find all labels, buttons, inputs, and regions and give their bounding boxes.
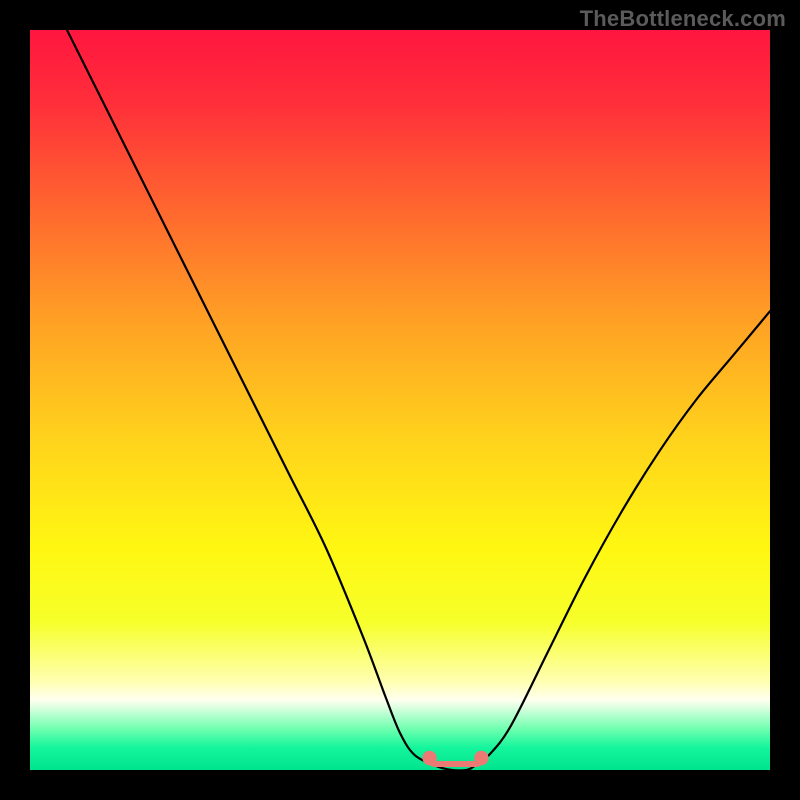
plot-area [30,30,770,770]
background-gradient [30,30,770,770]
watermark-text: TheBottleneck.com [580,6,786,32]
chart-frame: TheBottleneck.com [0,0,800,800]
